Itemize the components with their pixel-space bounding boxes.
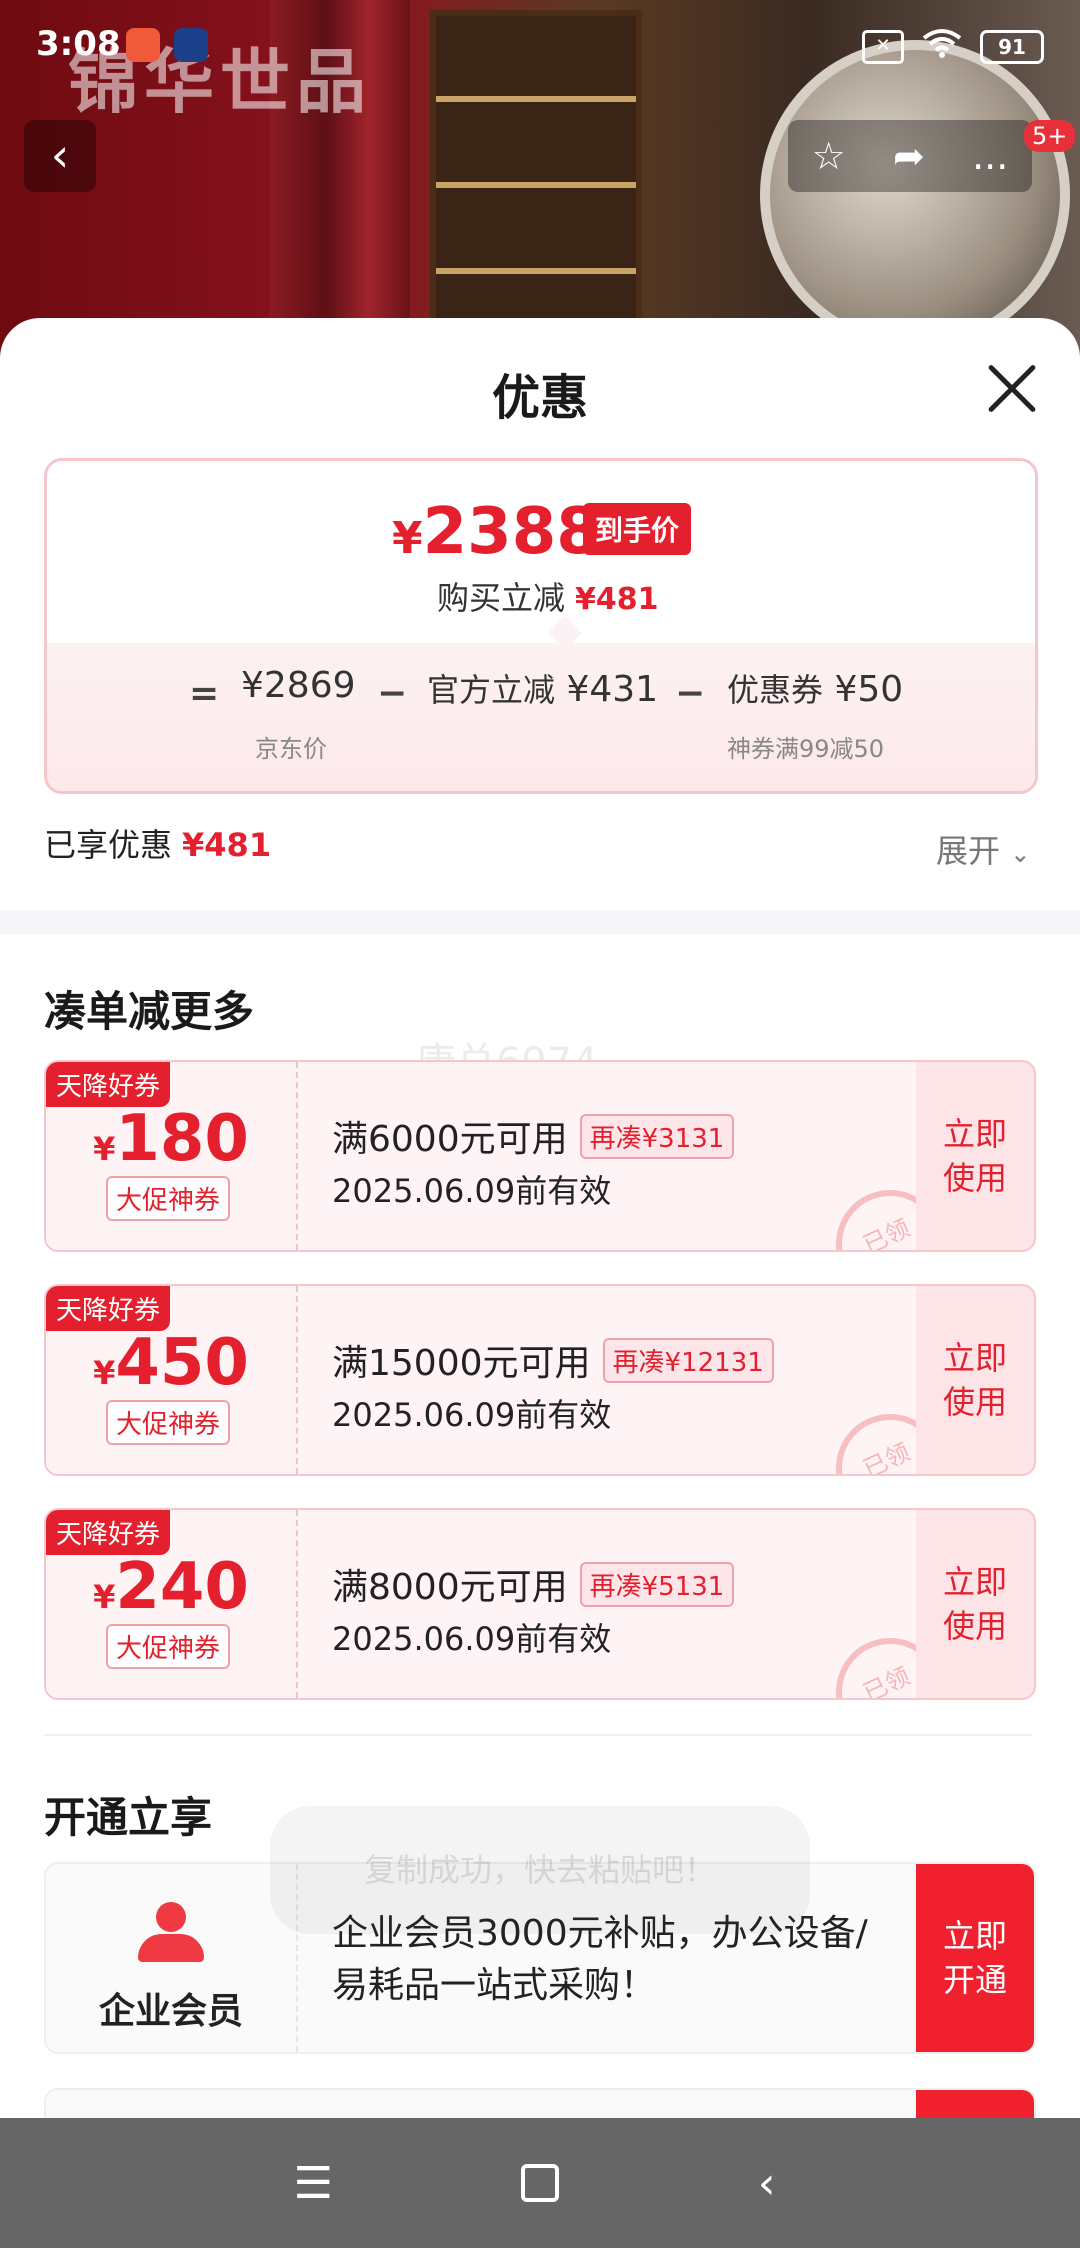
coupon-condition-text: 满15000元可用	[332, 1343, 591, 1384]
coupon-card: 天降好券 ¥180 大促神券 满6000元可用 再凑¥3131 2025.06.0…	[44, 1060, 1036, 1252]
use-coupon-label: 立即使用	[942, 1563, 1007, 1645]
sheet-title: 优惠	[491, 370, 588, 426]
section-title-open: 开通立享	[44, 1793, 213, 1842]
close-icon[interactable]	[984, 360, 1040, 416]
more-icon[interactable]: ...	[972, 134, 1008, 178]
equals-sign: =	[189, 673, 220, 714]
toast-message: 复制成功，快去粘贴吧！	[270, 1806, 810, 1934]
official-cut: 官方立减 ¥431	[427, 665, 658, 711]
section-divider-thin	[44, 1734, 1032, 1736]
minus-sign: −	[377, 673, 408, 714]
coupon-more-needed: 再凑¥5131	[579, 1561, 735, 1607]
status-bar: 3:08 ✕ 91	[0, 0, 1080, 90]
coupon-more-needed: 再凑¥12131	[602, 1337, 774, 1383]
coupon-valid: 2025.06.09前有效	[332, 1620, 612, 1658]
system-nav-bar: ☰ ‹	[0, 2118, 1080, 2248]
section-divider	[0, 910, 1080, 934]
final-price-value: 2388	[422, 495, 601, 569]
battery-indicator: 91	[980, 29, 1044, 64]
price-card: ¥2388 到手价 购买立减 ¥481 = ¥2869 京东价 − 官方立减 ¥4…	[44, 458, 1038, 794]
use-coupon-button[interactable]: 立即使用	[916, 1062, 1034, 1250]
share-icon[interactable]: ➦	[893, 134, 925, 178]
coupon-amount: ¥180	[46, 1102, 296, 1176]
coupon-amount: ¥240	[46, 1550, 296, 1624]
discount-label: 购买立减	[437, 579, 566, 617]
minus-sign-2: −	[675, 673, 706, 714]
currency-symbol: ¥	[392, 513, 423, 564]
expand-button[interactable]: 展开 ⌄	[936, 826, 1030, 872]
next-benefit-card	[44, 2088, 1036, 2118]
coupon-amount: ¥450	[46, 1326, 296, 1400]
open-membership-button[interactable]: 立即开通	[916, 1864, 1034, 2052]
status-time: 3:08	[36, 24, 121, 64]
coupon-card: 天降好券 ¥240 大促神券 满8000元可用 再凑¥5131 2025.06.0…	[44, 1508, 1036, 1700]
coupon-cut: 优惠券 ¥50	[727, 665, 903, 711]
section-title-more: 凑单减更多	[44, 987, 255, 1036]
discount-line: 购买立减 ¥481	[437, 573, 659, 619]
notification-app-icon	[126, 28, 160, 62]
final-price-tag: 到手价	[583, 503, 692, 555]
notification-app-icon-2	[174, 28, 208, 62]
next-benefit-button[interactable]	[916, 2090, 1034, 2118]
discount-value: ¥481	[575, 582, 659, 617]
coupon-condition: 满15000元可用 再凑¥12131	[332, 1334, 774, 1386]
message-badge: 5+	[1024, 120, 1076, 152]
coupon-kind: 大促神券	[106, 1624, 231, 1669]
use-coupon-label: 立即使用	[942, 1115, 1007, 1197]
coupon-ribbon: 天降好券	[46, 1510, 171, 1555]
star-icon[interactable]: ☆	[812, 134, 846, 178]
coupon-sub-label: 神券满99减50	[727, 735, 885, 763]
coupon-amount-value: 240	[115, 1550, 249, 1624]
use-coupon-button[interactable]: 立即使用	[916, 1510, 1034, 1698]
coupon-condition: 满8000元可用 再凑¥5131	[332, 1558, 735, 1610]
coupon-condition: 满6000元可用 再凑¥3131	[332, 1110, 735, 1162]
official-cut-label: 官方立减	[427, 671, 556, 709]
expand-label: 展开	[936, 832, 1001, 870]
coupon-amount-value: 450	[115, 1326, 249, 1400]
final-price: ¥2388	[392, 495, 601, 569]
currency-symbol: ¥	[93, 1130, 116, 1168]
coupon-cut-label: 优惠券	[727, 671, 824, 709]
coupon-condition-text: 满8000元可用	[332, 1567, 568, 1608]
jd-price: ¥2869	[241, 665, 356, 706]
enjoyed-discount: 已享优惠 ¥481	[44, 820, 271, 866]
coupon-amount-value: 180	[115, 1102, 249, 1176]
official-cut-value: ¥431	[566, 669, 659, 710]
discount-sheet: 优惠 ¥2388 到手价 购买立减 ¥481 = ¥2869 京东价 − 官方立减…	[0, 318, 1080, 2118]
coupon-card: 天降好券 ¥450 大促神券 满15000元可用 再凑¥12131 2025.06…	[44, 1284, 1036, 1476]
chevron-down-icon: ⌄	[1010, 840, 1031, 868]
coupon-valid: 2025.06.09前有效	[332, 1172, 612, 1210]
home-square-icon[interactable]	[510, 2164, 570, 2202]
price-breakdown: = ¥2869 京东价 − 官方立减 ¥431 − 优惠券 ¥50 神券满99减…	[47, 643, 1035, 791]
member-label: 企业会员	[98, 1991, 243, 2032]
coupon-ribbon: 天降好券	[46, 1062, 171, 1107]
coupon-valid: 2025.06.09前有效	[332, 1396, 612, 1434]
currency-symbol: ¥	[93, 1354, 116, 1392]
coupon-kind: 大促神券	[106, 1176, 231, 1221]
coupon-cut-value: ¥50	[834, 669, 904, 710]
back-button[interactable]: ‹	[24, 120, 96, 192]
enjoyed-label: 已享优惠	[44, 826, 173, 864]
menu-icon[interactable]: ☰	[283, 2158, 343, 2209]
back-arrow-icon: ‹	[50, 128, 70, 182]
currency-symbol: ¥	[93, 1578, 116, 1616]
coupon-condition-text: 满6000元可用	[332, 1119, 568, 1160]
use-coupon-button[interactable]: 立即使用	[916, 1286, 1034, 1474]
top-actions: ☆ ➦ ...	[788, 120, 1032, 192]
enjoyed-value: ¥481	[182, 826, 272, 864]
coupon-ribbon: 天降好券	[46, 1286, 171, 1331]
back-chevron-icon[interactable]: ‹	[737, 2158, 797, 2209]
coupon-more-needed: 再凑¥3131	[579, 1113, 735, 1159]
person-icon	[138, 1902, 204, 1962]
jd-price-label: 京东价	[255, 735, 327, 763]
sim-off-icon: ✕	[862, 29, 904, 64]
wifi-icon	[922, 28, 962, 65]
open-membership-label: 立即开通	[942, 1917, 1007, 1999]
coupon-kind: 大促神券	[106, 1400, 231, 1445]
use-coupon-label: 立即使用	[942, 1339, 1007, 1421]
